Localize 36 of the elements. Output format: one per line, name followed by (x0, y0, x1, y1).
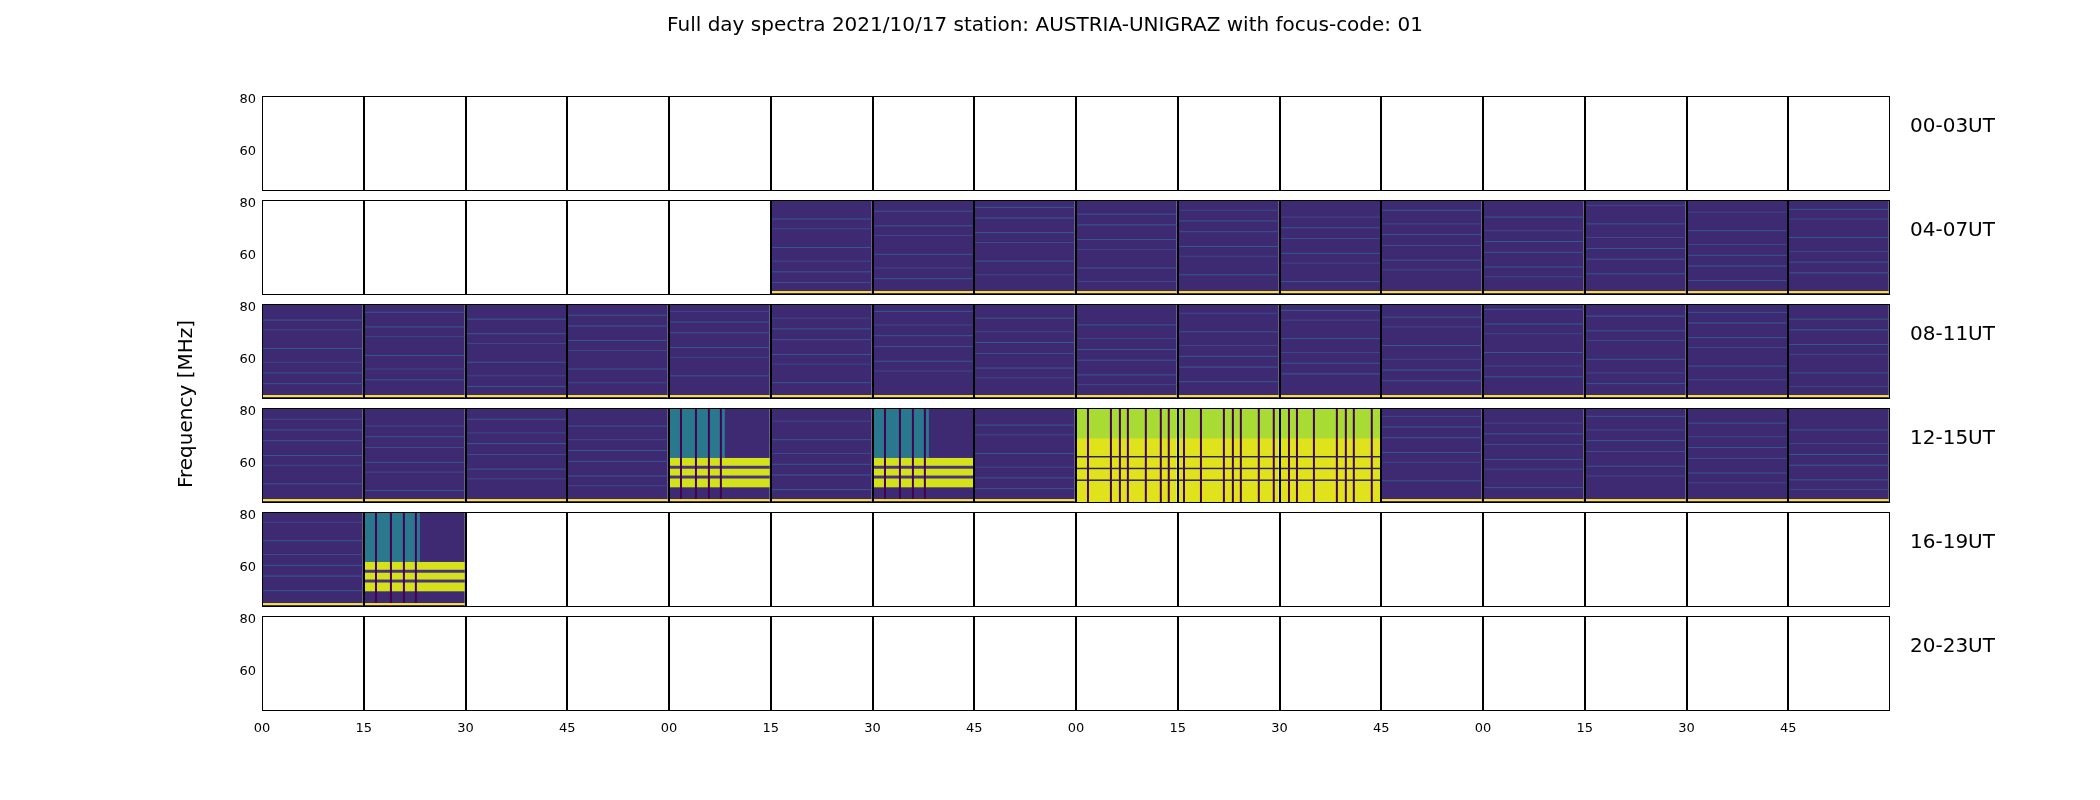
row-label: 16-19UT (1910, 529, 1995, 553)
x-tick-label: 45 (966, 719, 983, 737)
y-tick-label: 80 (239, 300, 256, 314)
y-axis-label: Frequency [MHz] (172, 319, 198, 488)
y-tick-label: 60 (239, 144, 256, 158)
y-tick-label: 60 (239, 560, 256, 574)
x-tick-label: 00 (1067, 719, 1085, 737)
y-tick-label: 80 (239, 404, 256, 418)
row-label: 04-07UT (1910, 217, 1995, 241)
x-tick-label: 15 (355, 719, 372, 737)
x-tick-label: 30 (1271, 719, 1288, 737)
y-tick-label: 80 (239, 196, 256, 210)
x-tick-label: 30 (457, 719, 474, 737)
x-tick-label: 00 (660, 719, 678, 737)
y-tick-label: 60 (239, 664, 256, 678)
x-tick-label: 15 (1169, 719, 1186, 737)
x-tick-label: 15 (762, 719, 779, 737)
x-tick-label: 45 (1780, 719, 1797, 737)
x-tick-label: 15 (1576, 719, 1593, 737)
y-tick-label: 60 (239, 456, 256, 470)
x-tick-label: 30 (1678, 719, 1695, 737)
x-tick-label: 30 (864, 719, 881, 737)
y-tick-label: 80 (239, 612, 256, 626)
row-label: 20-23UT (1910, 633, 1995, 657)
x-tick-label: 00 (253, 719, 271, 737)
y-tick-label: 80 (239, 508, 256, 522)
y-tick-label: 80 (239, 92, 256, 106)
row-label: 12-15UT (1910, 425, 1995, 449)
y-tick-label: 60 (239, 352, 256, 366)
chart-title: Full day spectra 2021/10/17 station: AUSTRIA-UNIGRAZ with focus-code: 01 (667, 12, 1423, 38)
x-tick-label: 45 (1373, 719, 1390, 737)
x-tick-label: 45 (559, 719, 576, 737)
y-tick-label: 60 (239, 248, 256, 262)
x-tick-label: 00 (1474, 719, 1492, 737)
row-label: 00-03UT (1910, 113, 1995, 137)
row-label: 08-11UT (1910, 321, 1995, 345)
